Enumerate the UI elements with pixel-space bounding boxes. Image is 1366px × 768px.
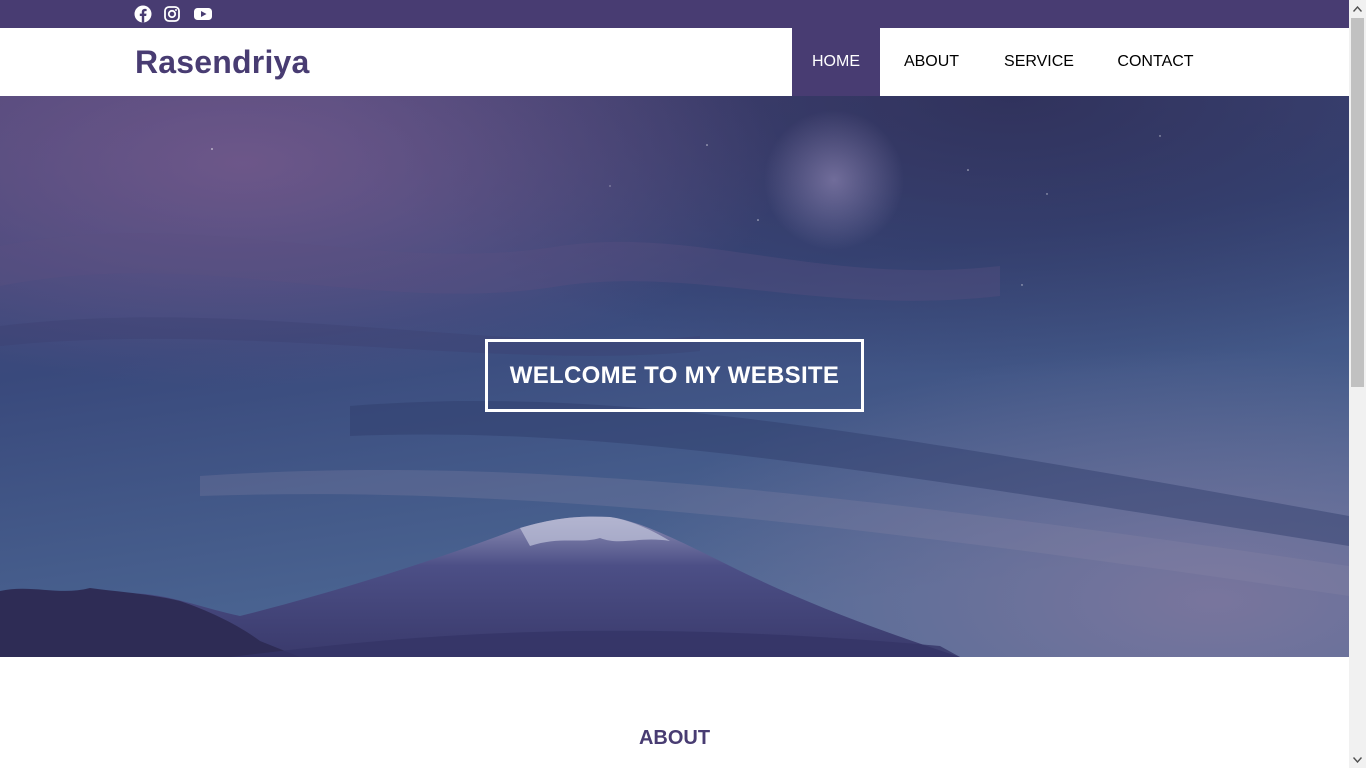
nav-home[interactable]: HOME — [792, 28, 880, 96]
site-logo[interactable]: Rasendriya — [135, 43, 310, 81]
nav-contact[interactable]: CONTACT — [1095, 28, 1216, 96]
facebook-icon[interactable] — [134, 5, 152, 23]
hero-welcome-box: WELCOME TO MY WEBSITE — [485, 339, 864, 412]
hero-section: WELCOME TO MY WEBSITE — [0, 96, 1349, 657]
scroll-up-arrow-icon[interactable] — [1349, 0, 1366, 17]
page: Rasendriya HOME ABOUT SERVICE CONTACT WE… — [0, 0, 1349, 768]
scroll-down-arrow-icon[interactable] — [1349, 751, 1366, 768]
youtube-icon[interactable] — [193, 5, 213, 23]
header-navbar: Rasendriya HOME ABOUT SERVICE CONTACT — [0, 28, 1349, 96]
scrollbar-thumb[interactable] — [1351, 18, 1364, 387]
about-section: ABOUT — [0, 657, 1349, 768]
hero-title: WELCOME TO MY WEBSITE — [509, 361, 840, 389]
vertical-scrollbar[interactable] — [1349, 0, 1366, 768]
instagram-icon[interactable] — [163, 5, 181, 23]
social-topbar — [0, 0, 1349, 28]
nav-about[interactable]: ABOUT — [880, 28, 983, 96]
nav-service[interactable]: SERVICE — [983, 28, 1095, 96]
about-heading: ABOUT — [638, 727, 711, 749]
